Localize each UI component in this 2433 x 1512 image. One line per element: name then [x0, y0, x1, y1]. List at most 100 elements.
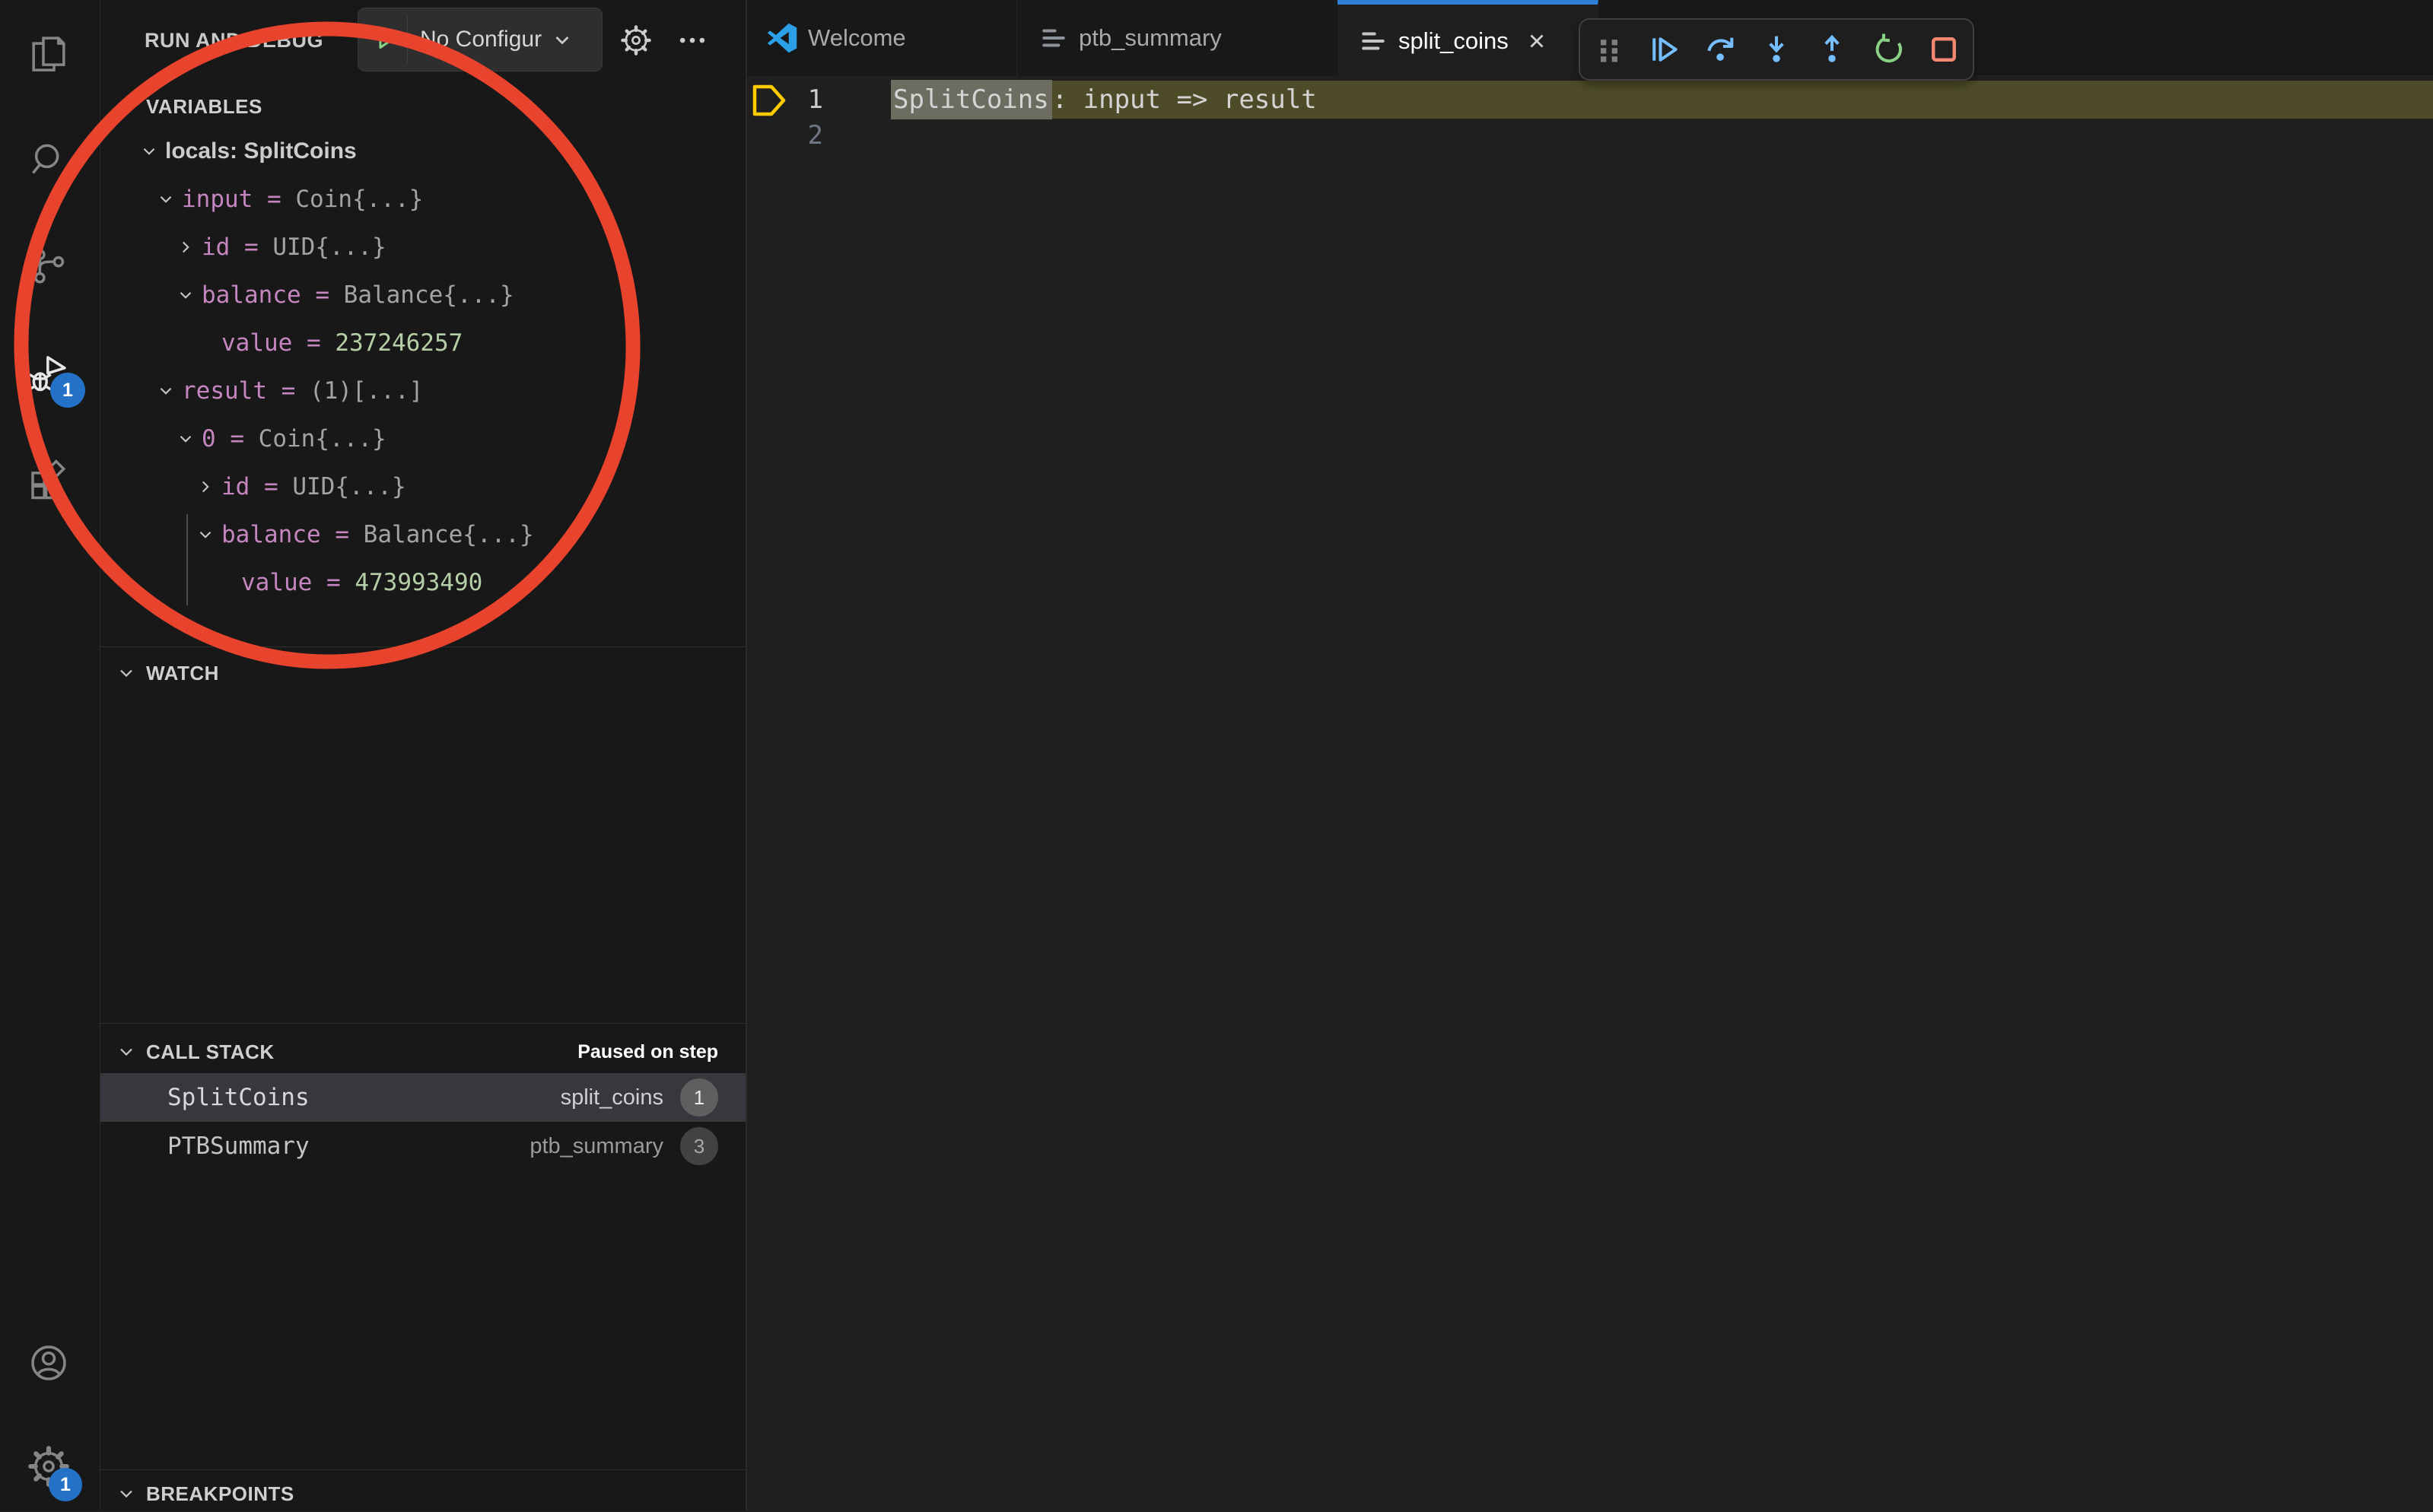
- line-number: 1: [776, 81, 823, 119]
- tree-row-value2[interactable]: value = 473993490: [100, 558, 746, 606]
- chevron-down-icon[interactable]: [156, 189, 176, 209]
- chevron-down-icon: [116, 1483, 137, 1504]
- close-icon[interactable]: [1525, 30, 1548, 52]
- tree-row-balance[interactable]: balance = Balance{...}: [100, 271, 746, 319]
- extensions-icon[interactable]: [27, 458, 70, 500]
- explorer-icon[interactable]: [27, 32, 70, 75]
- paused-status: Paused on step: [577, 1041, 718, 1063]
- chevron-down-icon[interactable]: [196, 525, 215, 545]
- sidebar-editor-divider[interactable]: [746, 0, 747, 1510]
- var-value: Coin{...}: [295, 186, 423, 213]
- equals: =: [292, 329, 335, 357]
- equals: =: [312, 569, 355, 596]
- search-icon[interactable]: [27, 138, 70, 181]
- watch-header-label: WATCH: [146, 662, 219, 685]
- settings-gear-icon[interactable]: 1: [27, 1445, 70, 1488]
- chevron-down-icon[interactable]: [176, 285, 196, 305]
- code-text: : input => result: [1052, 84, 1317, 115]
- tab-label: split_coins: [1398, 27, 1509, 55]
- var-value: Coin{...}: [259, 425, 386, 453]
- equals: =: [321, 521, 364, 548]
- var-name: result: [182, 377, 267, 405]
- account-icon[interactable]: [27, 1342, 70, 1384]
- step-over-icon[interactable]: [1703, 32, 1738, 67]
- step-into-icon[interactable]: [1759, 32, 1794, 67]
- toolbar-drag-grip[interactable]: [1592, 32, 1627, 67]
- var-value: UID{...}: [292, 473, 406, 500]
- equals: =: [230, 233, 272, 261]
- activity-bar: 1 1: [0, 0, 100, 1510]
- code-line[interactable]: SplitCoins: input => result: [891, 81, 1317, 119]
- tab-ptb-summary[interactable]: ptb_summary: [1018, 0, 1335, 76]
- config-dropdown-label: No Configur: [420, 27, 542, 52]
- chevron-down-icon[interactable]: [176, 429, 196, 449]
- chevron-right-icon[interactable]: [176, 237, 196, 257]
- equals: =: [267, 377, 310, 405]
- start-debug-icon[interactable]: [374, 28, 396, 51]
- tree-row-0[interactable]: 0 = Coin{...}: [100, 415, 746, 462]
- sidebar-title: RUN AND DEBUG: [145, 0, 323, 81]
- chevron-down-icon[interactable]: [156, 381, 176, 401]
- tree-row-id[interactable]: id = UID{...}: [100, 223, 746, 271]
- list-file-icon: [1359, 27, 1388, 56]
- frame-line-badge: 3: [680, 1127, 718, 1165]
- var-name: input: [182, 186, 253, 213]
- debug-config-dropdown[interactable]: No Configur: [358, 8, 603, 71]
- tree-row-input[interactable]: input = Coin{...}: [100, 175, 746, 223]
- section-divider: [100, 1469, 746, 1470]
- debug-settings-gear-icon[interactable]: [619, 24, 653, 57]
- var-value: UID{...}: [272, 233, 386, 261]
- chevron-down-icon: [116, 96, 137, 117]
- call-stack-section-header[interactable]: CALL STACK Paused on step: [100, 1034, 746, 1070]
- frame-name: PTBSummary: [167, 1132, 310, 1160]
- chevron-down-icon[interactable]: [139, 141, 159, 161]
- equals: =: [216, 425, 259, 453]
- section-divider: [100, 646, 746, 647]
- tree-row-locals[interactable]: locals: SplitCoins: [100, 127, 746, 175]
- var-value: Balance{...}: [344, 281, 514, 309]
- run-and-debug-icon[interactable]: 1: [27, 353, 70, 395]
- debug-toolbar: [1579, 18, 1974, 81]
- chevron-right-icon[interactable]: [196, 477, 215, 497]
- variables-tree: locals: SplitCoins input = Coin{...} id …: [100, 127, 746, 606]
- breakpoints-section-header[interactable]: BREAKPOINTS: [100, 1475, 746, 1512]
- debug-badge: 1: [50, 373, 85, 408]
- tab-welcome[interactable]: Welcome: [746, 0, 1017, 76]
- frame-line-badge: 1: [680, 1078, 718, 1117]
- continue-icon[interactable]: [1647, 32, 1682, 67]
- tab-split-coins[interactable]: split_coins: [1337, 0, 1598, 77]
- settings-badge: 1: [49, 1468, 82, 1501]
- call-stack-frame-splitcoins[interactable]: SplitCoins split_coins 1: [100, 1073, 746, 1122]
- watch-section-header[interactable]: WATCH: [100, 655, 746, 691]
- tree-row-id2[interactable]: id = UID{...}: [100, 462, 746, 510]
- step-out-icon[interactable]: [1814, 32, 1849, 67]
- var-name: id: [202, 233, 230, 261]
- tree-row-value[interactable]: value = 237246257: [100, 319, 746, 367]
- selected-word: SplitCoins: [891, 80, 1052, 119]
- variables-section-header[interactable]: VARIABLES: [100, 88, 746, 125]
- var-value: 237246257: [335, 329, 463, 357]
- var-name: balance: [221, 521, 321, 548]
- var-value: 473993490: [355, 569, 482, 596]
- line-number: 2: [776, 117, 823, 154]
- list-file-icon: [1039, 24, 1068, 52]
- source-control-icon[interactable]: [27, 245, 70, 287]
- var-name: balance: [202, 281, 301, 309]
- equals: =: [250, 473, 292, 500]
- var-name: value: [241, 569, 312, 596]
- more-actions-icon[interactable]: [676, 24, 709, 57]
- tree-row-result[interactable]: result = (1)[...]: [100, 367, 746, 415]
- restart-icon[interactable]: [1871, 32, 1906, 67]
- tree-indent-guide: [186, 514, 188, 605]
- tree-row-balance2[interactable]: balance = Balance{...}: [100, 510, 746, 558]
- editor-area: Welcome ptb_summary split_coins: [746, 0, 2433, 1510]
- stop-icon[interactable]: [1926, 32, 1961, 67]
- frame-name: SplitCoins: [167, 1084, 310, 1111]
- var-name: 0: [202, 425, 216, 453]
- vscode-logo-icon: [767, 23, 797, 53]
- frame-file: ptb_summary: [530, 1134, 663, 1159]
- call-stack-frame-ptbsummary[interactable]: PTBSummary ptb_summary 3: [100, 1122, 746, 1171]
- section-divider: [100, 1023, 746, 1024]
- variables-header-label: VARIABLES: [146, 95, 262, 119]
- tab-label: ptb_summary: [1079, 24, 1222, 52]
